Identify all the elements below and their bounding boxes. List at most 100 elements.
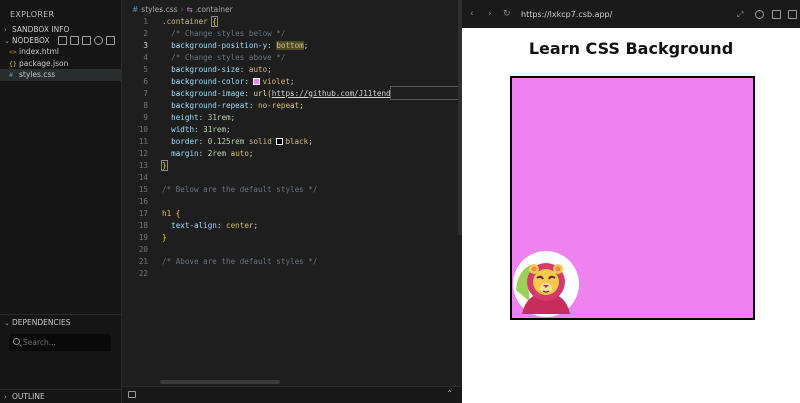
- back-icon[interactable]: ‹: [470, 8, 474, 20]
- horizontal-scrollbar[interactable]: [160, 380, 280, 384]
- outline-section[interactable]: › OUTLINE: [0, 391, 121, 403]
- css-property: text-align: [171, 221, 217, 230]
- css-selector-icon: ⇆: [186, 5, 193, 14]
- css-property: background-image: [171, 89, 245, 98]
- css-value: black: [285, 137, 309, 146]
- css-value: no-repeat: [258, 101, 300, 110]
- forward-icon[interactable]: ›: [488, 8, 492, 20]
- chevron-right-icon: ›: [180, 5, 184, 14]
- line-number: 13: [138, 161, 148, 170]
- line-number: 14: [138, 173, 148, 182]
- code-line: 20: [122, 244, 463, 256]
- link-hover-outline: [390, 86, 463, 100]
- line-number: 12: [138, 149, 148, 158]
- dependencies-section[interactable]: ⌄ DEPENDENCIES: [0, 317, 121, 329]
- code-line: 13}: [122, 160, 463, 172]
- brace: {: [211, 16, 218, 27]
- css-file-icon: #: [132, 5, 139, 14]
- css-selector: .container: [162, 17, 208, 26]
- lion-avatar-image: [513, 251, 579, 317]
- crosshair-icon[interactable]: [755, 10, 764, 19]
- file-name: package.json: [19, 59, 69, 68]
- dependencies-label: DEPENDENCIES: [12, 318, 71, 327]
- section-divider: [0, 314, 121, 315]
- dependency-search-input[interactable]: [23, 336, 107, 349]
- code-line: 5 background-size: auto;: [122, 64, 463, 76]
- breadcrumb-file[interactable]: styles.css: [141, 5, 177, 14]
- code-line: 17 h1 {: [122, 208, 463, 220]
- line-number: 20: [138, 245, 148, 254]
- line-number: 5: [143, 65, 148, 74]
- code-line: 1 .container {: [122, 16, 463, 28]
- collapse-all-icon[interactable]: [106, 36, 115, 45]
- css-value: solid: [248, 137, 272, 146]
- css-value: 31rem: [203, 125, 227, 134]
- brace: }: [161, 160, 168, 171]
- css-value: 2rem: [207, 149, 227, 158]
- sandbox-info-label: SANDBOX INFO: [12, 25, 70, 34]
- breadcrumb: # styles.css › ⇆ .container: [122, 4, 233, 16]
- upload-icon[interactable]: [82, 36, 91, 45]
- line-number: 16: [138, 197, 148, 206]
- background-container: [510, 76, 755, 320]
- color-swatch-violet[interactable]: [253, 78, 261, 85]
- chevron-up-icon[interactable]: ⌃: [446, 389, 453, 398]
- css-selector: h1: [162, 209, 172, 218]
- brace: {: [175, 209, 181, 218]
- open-new-window-icon[interactable]: [772, 10, 781, 19]
- explorer-title: EXPLORER: [10, 10, 55, 19]
- code-comment: /* Below are the default styles */: [162, 185, 318, 194]
- css-value: violet: [262, 77, 290, 86]
- nodebox-label: NODEBOX: [12, 36, 50, 45]
- brace: }: [162, 233, 167, 242]
- code-line: 11 border: 0.125rem solid black;: [122, 136, 463, 148]
- code-line: 10 width: 31rem;: [122, 124, 463, 136]
- refresh-icon[interactable]: [94, 36, 103, 45]
- line-number: 9: [143, 113, 148, 122]
- breadcrumb-symbol[interactable]: .container: [195, 5, 233, 14]
- code-line: 12 margin: 2rem auto;: [122, 148, 463, 160]
- preview-page: Learn CSS Background: [462, 28, 800, 403]
- address-bar[interactable]: https://lxkcp7.csb.app/: [521, 9, 612, 20]
- terminal-icon[interactable]: [128, 391, 136, 398]
- browser-preview: ‹ › ↻ https://lxkcp7.csb.app/ ⤢ Learn CS…: [462, 0, 800, 403]
- file-item-styles-css[interactable]: # styles.css: [0, 69, 121, 81]
- css-property: margin: [171, 149, 199, 158]
- new-file-icon[interactable]: [58, 36, 67, 45]
- html-file-icon: <>: [9, 48, 17, 56]
- browser-toolbar: ‹ › ↻ https://lxkcp7.csb.app/ ⤢: [462, 0, 800, 28]
- code-editor[interactable]: # styles.css › ⇆ .container 1 .container { 2 …: [121, 0, 463, 403]
- css-value: auto: [248, 65, 268, 74]
- code-line: 9 height: 31rem;: [122, 112, 463, 124]
- file-name: index.html: [19, 47, 59, 56]
- file-item-index-html[interactable]: <> index.html: [0, 46, 121, 58]
- css-property: height: [171, 113, 199, 122]
- line-number: 17: [138, 209, 148, 218]
- line-number: 18: [138, 221, 148, 230]
- code-line: 21 /* Above are the default styles */: [122, 256, 463, 268]
- css-value: bottom: [276, 41, 304, 50]
- code-area[interactable]: 1 .container { 2 /* Change styles below *…: [122, 16, 463, 280]
- line-number: 7: [143, 89, 148, 98]
- outline-label: OUTLINE: [12, 392, 45, 401]
- expand-icon[interactable]: ⤢: [737, 10, 746, 19]
- page-heading: Learn CSS Background: [528, 39, 734, 58]
- line-number: 8: [143, 101, 148, 110]
- refresh-icon[interactable]: ↻: [503, 8, 511, 20]
- line-number: 1: [143, 17, 148, 26]
- file-name: styles.css: [19, 70, 56, 79]
- new-folder-icon[interactable]: [70, 36, 79, 45]
- code-comment: /* Change styles below */: [171, 29, 286, 38]
- code-line: 14: [122, 172, 463, 184]
- line-number: 6: [143, 77, 148, 86]
- color-swatch-black[interactable]: [276, 138, 284, 145]
- code-line: 3 background-position-y: bottom;: [122, 40, 463, 52]
- css-property: background-color: [171, 77, 245, 86]
- css-value: center: [226, 221, 254, 230]
- panel-toggle-icon[interactable]: [788, 10, 797, 19]
- dependency-search: [9, 334, 111, 351]
- code-line: 19}: [122, 232, 463, 244]
- line-number: 19: [138, 233, 148, 242]
- code-line: 2 /* Change styles below */: [122, 28, 463, 40]
- code-line: 8 background-repeat: no-repeat;: [122, 100, 463, 112]
